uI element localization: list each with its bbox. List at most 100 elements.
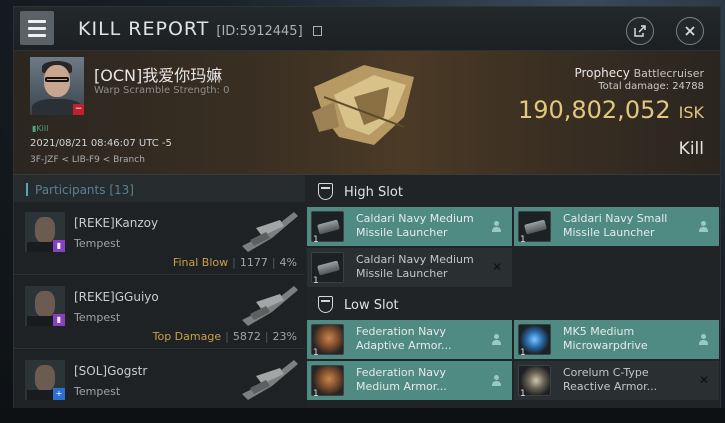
module-quantity: 1 [313, 389, 319, 399]
participants-title: Participants [35, 183, 106, 197]
destroyed-x-icon: ✕ [698, 373, 709, 387]
participant-name[interactable]: [REKE]Kanzoy [74, 216, 158, 230]
module-tile[interactable]: 1 MK5 Medium Microwarpdrive [514, 320, 719, 359]
share-button[interactable] [626, 17, 654, 45]
weapon-icon [236, 206, 302, 254]
participants-panel: Participants [13] ▮ [REKE]Kanzoy Tempest Fi… [14, 175, 305, 412]
dropped-person-icon [491, 375, 502, 386]
title-bar: KILL REPORT [ID:5912445] [14, 7, 720, 51]
total-damage-value: 24788 [672, 81, 704, 92]
copy-icon[interactable] [312, 26, 322, 36]
module-tile[interactable]: 1 Caldari Navy Medium Missile Launcher [307, 207, 512, 246]
share-icon [634, 25, 646, 37]
module-quantity: 1 [313, 235, 319, 245]
stat-separator: | [264, 330, 269, 343]
participants-label: Participants [13] [35, 183, 134, 197]
participant-avatar[interactable]: + [25, 360, 65, 400]
module-quantity: 1 [520, 389, 526, 399]
participant-ship: Tempest [74, 385, 121, 398]
high-slot-header: High Slot [305, 177, 720, 207]
participant-avatar[interactable]: ▮ [25, 212, 65, 252]
total-damage: Total damage: 24788 [598, 81, 704, 92]
low-slot-header: Low Slot [305, 290, 720, 320]
kill-location[interactable]: 3F-JZF < LIB-F9 < Branch [30, 155, 145, 165]
participants-header[interactable]: Participants [13] [14, 175, 305, 202]
participant-percent: 4% [279, 256, 297, 269]
corp-badge-icon: ▮ [53, 314, 65, 326]
module-name: Federation Navy Medium Armor... [356, 366, 447, 393]
module-tile[interactable]: 1 Caldari Navy Medium Missile Launcher ✕ [307, 248, 512, 287]
kill-tag-label: Kill [36, 124, 49, 133]
kill-tag: ▮Kill [32, 124, 49, 133]
title-text: KILL REPORT [78, 18, 210, 40]
participant-stats: Final Blow | 1177 | 4% [173, 256, 297, 269]
shield-slot-icon [318, 183, 333, 200]
warp-scramble-strength: Warp Scramble Strength: 0 [94, 85, 230, 96]
participant-row[interactable]: + [SOL]Gogstr Tempest [14, 350, 305, 412]
victim-name[interactable]: [OCN]我爱你玛嫲 [94, 62, 222, 86]
module-quantity: 1 [313, 348, 319, 358]
header-accent [26, 183, 28, 196]
hamburger-menu-button[interactable] [20, 11, 54, 45]
game-screen: KILL REPORT [ID:5912445] − ▮Kill [OCN]我爱… [0, 0, 725, 423]
participant-ship: Tempest [74, 311, 121, 324]
avatar-head [35, 217, 55, 243]
result-label: Kill [678, 139, 704, 159]
participant-ship: Tempest [74, 237, 121, 250]
avatar-head [35, 291, 55, 317]
participant-name[interactable]: [SOL]Gogstr [74, 364, 147, 378]
module-quantity: 1 [520, 235, 526, 245]
avatar-glasses [45, 77, 69, 82]
kill-id: [ID:5912445] [216, 24, 303, 39]
stat-separator: | [232, 256, 236, 269]
participant-avatar[interactable]: ▮ [25, 286, 65, 326]
participant-name[interactable]: [REKE]GGuiyo [74, 290, 159, 304]
victim-summary: − ▮Kill [OCN]我爱你玛嫲 Warp Scramble Strengt… [14, 51, 720, 175]
menu-line [28, 19, 46, 23]
ship-class: Battlecruiser [633, 67, 704, 80]
standing-badge-icon: − [73, 104, 84, 115]
kill-report-window: KILL REPORT [ID:5912445] − ▮Kill [OCN]我爱… [13, 6, 721, 413]
avatar-head [35, 365, 55, 391]
module-name: Corelum C-Type Reactive Armor... [563, 366, 658, 393]
victim-avatar[interactable]: − [30, 57, 84, 115]
module-tile[interactable]: 1 Federation Navy Medium Armor... [307, 361, 512, 400]
participants-count: [13] [109, 183, 134, 197]
module-tile[interactable]: 1 Caldari Navy Small Missile Launcher [514, 207, 719, 246]
participant-tag: Final Blow [172, 256, 229, 269]
background-strip [0, 408, 725, 423]
close-icon [685, 26, 695, 36]
participant-row[interactable]: ▮ [REKE]GGuiyo Tempest Top Damage | 5872 | 23% [14, 276, 305, 349]
corp-badge-icon: + [53, 388, 65, 400]
ship-type: Prophecy [574, 66, 630, 80]
weapon-icon [236, 280, 302, 328]
dropped-person-icon [698, 334, 709, 345]
corp-badge-icon: ▮ [53, 240, 65, 252]
ship-render-icon [312, 65, 414, 145]
isk-unit: ISK [678, 103, 704, 122]
participant-damage: 5872 [232, 330, 261, 343]
module-name: Federation Navy Adaptive Armor... [356, 325, 452, 352]
low-slot-label: Low Slot [344, 298, 399, 313]
menu-line [28, 26, 46, 30]
ship-name[interactable]: Prophecy Battlecruiser [574, 66, 704, 80]
participant-row[interactable]: ▮ [REKE]Kanzoy Tempest Final Blow | 1177 | 4% [14, 202, 305, 275]
stat-separator: | [225, 330, 229, 343]
isk-amount: 190,802,052 [517, 96, 671, 124]
participant-stats: Top Damage | 5872 | 23% [153, 330, 297, 343]
participant-damage: 1177 [239, 256, 268, 269]
stat-separator: | [271, 256, 276, 269]
module-name: Caldari Navy Medium Missile Launcher [356, 212, 474, 239]
isk-value: 190,802,052 ISK [518, 96, 704, 124]
kill-datetime: 2021/08/21 08:46:07 UTC -5 [30, 138, 172, 149]
dropped-person-icon [698, 221, 709, 232]
weapon-icon [236, 354, 302, 402]
participant-tag: Top Damage [152, 330, 222, 343]
module-tile[interactable]: 1 Corelum C-Type Reactive Armor... ✕ [514, 361, 719, 400]
window-title: KILL REPORT [ID:5912445] [78, 18, 322, 40]
module-name: MK5 Medium Microwarpdrive [563, 325, 648, 352]
participant-percent: 23% [272, 330, 297, 343]
module-name: Caldari Navy Small Missile Launcher [563, 212, 668, 239]
module-tile[interactable]: 1 Federation Navy Adaptive Armor... [307, 320, 512, 359]
close-button[interactable] [676, 17, 704, 45]
